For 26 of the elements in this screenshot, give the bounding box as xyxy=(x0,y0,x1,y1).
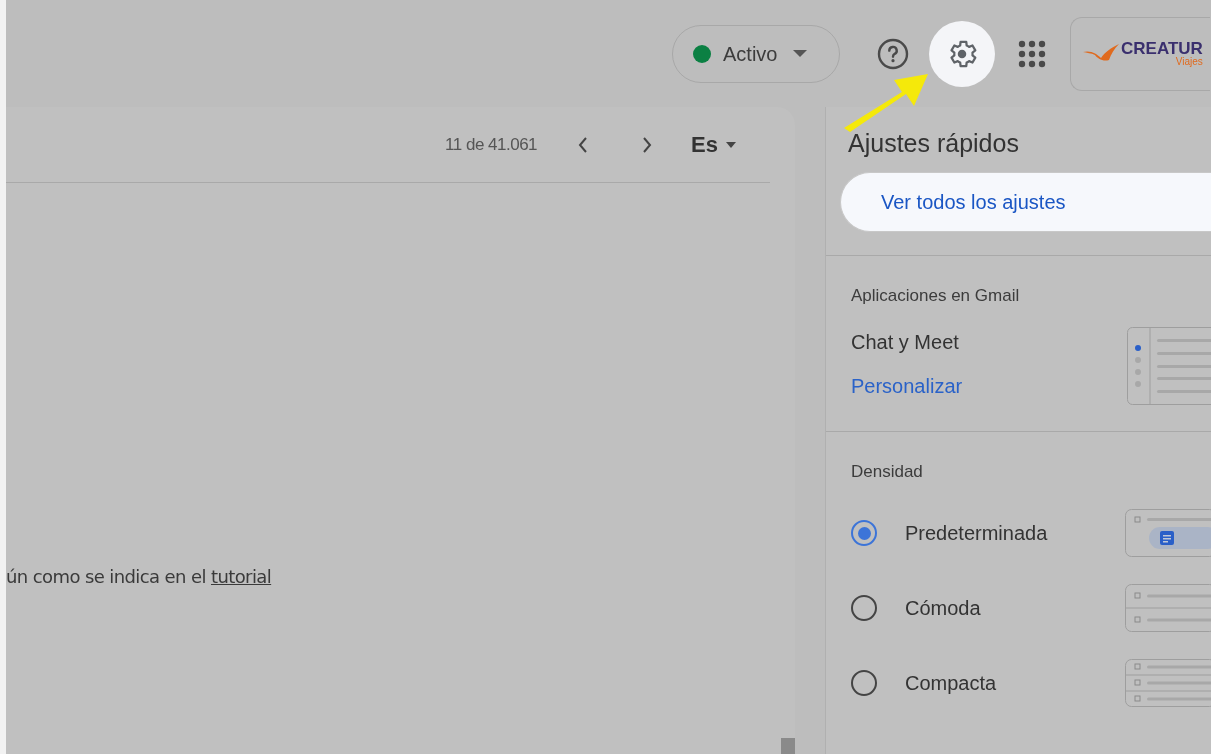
logo-tagline: Viajes xyxy=(1175,57,1203,67)
caret-icon xyxy=(726,141,736,148)
message-count: 11 de 41.061 xyxy=(445,133,538,156)
chat-meet-label: Chat y Meet xyxy=(851,329,960,355)
chevron-left-icon[interactable] xyxy=(577,135,590,154)
apps-grid-icon[interactable] xyxy=(1018,39,1046,68)
account-logo-card[interactable]: CREATUR Viajes xyxy=(1070,16,1210,91)
all-settings-button[interactable]: Ver todos los ajustes xyxy=(840,172,1211,232)
section-heading: Aplicaciones en Gmail xyxy=(851,285,1021,307)
density-option[interactable]: Cómoda xyxy=(851,593,981,623)
radio-button[interactable] xyxy=(851,670,877,696)
bird-logo-icon xyxy=(1083,43,1119,64)
message-text: ún como se indica en el tutorial xyxy=(6,565,273,589)
tutorial-link[interactable]: tutorial xyxy=(211,566,272,587)
quick-settings-title: Ajustes rápidos xyxy=(847,128,1020,156)
help-icon[interactable] xyxy=(877,37,909,70)
caret-icon xyxy=(793,49,808,58)
density-option[interactable]: Predeterminada xyxy=(851,518,1048,548)
section-heading: Densidad xyxy=(851,460,924,483)
chevron-right-icon[interactable] xyxy=(641,135,654,154)
radio-button[interactable] xyxy=(851,520,877,546)
radio-button[interactable] xyxy=(851,595,877,621)
scrollbar-thumb[interactable] xyxy=(781,738,795,754)
input-tools-dropdown[interactable]: Es xyxy=(691,128,736,161)
logo-wordmark: CREATUR xyxy=(1121,40,1203,57)
density-option[interactable]: Compacta xyxy=(851,668,997,698)
